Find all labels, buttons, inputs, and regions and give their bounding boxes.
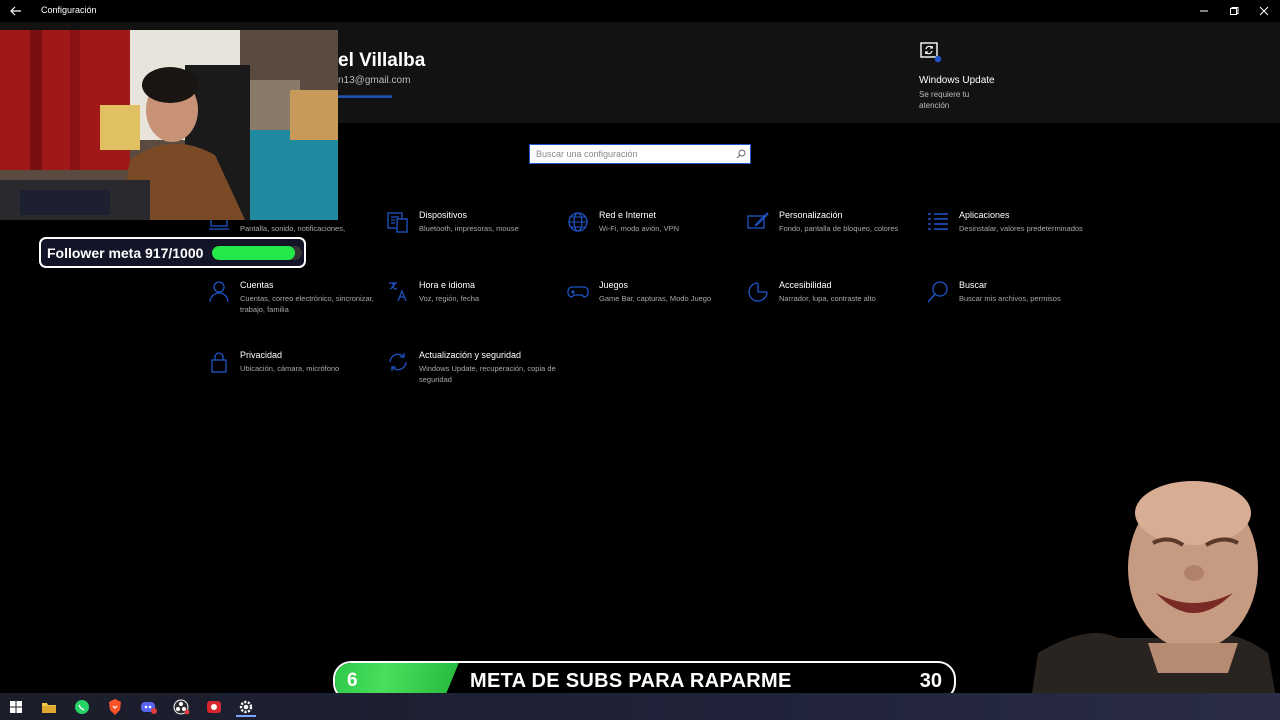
account-link[interactable]: ▬▬▬▬▬▬ — [338, 90, 392, 100]
category-buscar[interactable]: Buscar Buscar mis archivos, permisos — [926, 280, 1096, 340]
follower-progress-track — [212, 246, 302, 260]
follower-goal: Follower meta 917/1000 — [39, 237, 306, 268]
whatsapp-icon — [75, 700, 89, 714]
category-desc: Buscar mis archivos, permisos — [959, 294, 1061, 303]
category-title: Cuentas — [240, 280, 274, 290]
category-aplicaciones[interactable]: Aplicaciones Desinstalar, valores predet… — [926, 210, 1096, 270]
category-title: Buscar — [959, 280, 988, 290]
settings-icon — [239, 700, 253, 714]
meme-overlay — [1028, 473, 1280, 720]
category-desc: Pantalla, sonido, notificaciones, — [240, 224, 346, 233]
category-personalizacion[interactable]: Personalización Fondo, pantalla de bloqu… — [746, 210, 916, 270]
arrow-left-icon — [10, 6, 21, 16]
globe-icon — [568, 212, 588, 232]
minimize-button[interactable] — [1190, 2, 1218, 20]
subs-target: 30 — [919, 670, 942, 692]
taskbar — [0, 693, 1280, 720]
category-hora-idioma[interactable]: Hora e idioma Voz, región, fecha — [386, 280, 556, 340]
category-accesibilidad[interactable]: Accesibilidad Narrador, lupa, contraste … — [746, 280, 916, 340]
window-title: Configuración — [41, 5, 97, 15]
start-button[interactable] — [6, 697, 26, 717]
taskbar-recorder[interactable] — [204, 697, 224, 717]
clock-language-icon — [389, 282, 407, 302]
recorder-icon — [207, 701, 221, 713]
keyboard-icon — [387, 212, 408, 233]
search-input[interactable] — [536, 145, 732, 163]
maximize-button[interactable] — [1220, 2, 1248, 20]
sync-icon — [920, 42, 942, 63]
taskbar-whatsapp[interactable] — [72, 697, 92, 717]
taskbar-brave[interactable] — [105, 697, 125, 717]
category-privacidad[interactable]: Privacidad Ubicación, cámara, micrófono — [207, 350, 377, 410]
category-desc: Windows Update, recuperación, copia de s… — [419, 364, 556, 384]
subs-current: 6 — [347, 670, 358, 691]
title-bar: Configuración — [0, 0, 1280, 22]
taskbar-settings[interactable] — [236, 697, 256, 717]
user-email: n13@gmail.com — [338, 75, 411, 86]
close-button[interactable] — [1250, 2, 1278, 20]
gamepad-icon — [567, 286, 589, 298]
category-title: Aplicaciones — [959, 210, 1010, 220]
taskbar-discord[interactable] — [138, 697, 158, 717]
category-actualizacion-seguridad[interactable]: Actualización y seguridad Windows Update… — [386, 350, 556, 410]
taskbar-obs[interactable] — [171, 697, 191, 717]
back-button[interactable] — [6, 2, 26, 20]
search-icon[interactable] — [736, 149, 746, 159]
paintbrush-icon — [747, 212, 769, 229]
category-title: Privacidad — [240, 350, 283, 360]
webcam-feed — [0, 30, 338, 220]
search-box[interactable] — [529, 144, 751, 164]
close-icon — [1259, 6, 1269, 16]
category-title: Dispositivos — [419, 210, 468, 220]
category-dispositivos[interactable]: Dispositivos Bluetooth, impresoras, mous… — [386, 210, 556, 270]
start-icon — [10, 701, 22, 713]
follower-goal-label: Follower meta 917/1000 — [47, 245, 204, 261]
category-title: Actualización y seguridad — [419, 350, 522, 360]
category-desc: Wi-Fi, modo avión, VPN — [599, 224, 680, 233]
category-title: Juegos — [599, 280, 629, 290]
category-desc: Ubicación, cámara, micrófono — [240, 364, 340, 373]
category-cuentas[interactable]: Cuentas Cuentas, correo electrónico, sin… — [207, 280, 377, 340]
brave-icon — [109, 699, 121, 715]
category-desc: Fondo, pantalla de bloqueo, colores — [779, 224, 899, 233]
taskbar-file-explorer[interactable] — [39, 697, 59, 717]
category-desc: Cuentas, correo electrónico, sincronizar… — [240, 294, 374, 314]
category-desc: Narrador, lupa, contraste alto — [779, 294, 876, 303]
search-icon — [927, 281, 948, 303]
lock-icon — [211, 352, 227, 373]
category-title: Red e Internet — [599, 210, 657, 220]
follower-progress-fill — [212, 246, 295, 260]
subs-goal-label: META DE SUBS PARA RAPARME — [470, 670, 792, 692]
category-title: Personalización — [779, 210, 843, 220]
category-desc: Bluetooth, impresoras, mouse — [419, 224, 519, 233]
category-desc: Game Bar, capturas, Modo Juego — [599, 294, 712, 303]
list-icon — [928, 213, 948, 230]
meme-image — [1028, 481, 1280, 720]
discord-icon — [141, 702, 157, 714]
maximize-icon — [1230, 7, 1239, 15]
category-title: Hora e idioma — [419, 280, 476, 290]
category-desc: Desinstalar, valores predeterminados — [959, 224, 1083, 233]
obs-icon — [173, 699, 190, 715]
sync-icon — [389, 353, 407, 371]
user-name: el Villalba — [338, 50, 426, 71]
windows-update-subtitle: Se requiere tu atención — [919, 90, 970, 110]
category-desc: Voz, región, fecha — [419, 294, 480, 303]
category-title: Accesibilidad — [779, 280, 832, 290]
webcam-overlay — [0, 30, 338, 220]
file-explorer-icon — [42, 703, 56, 713]
category-juegos[interactable]: Juegos Game Bar, capturas, Modo Juego — [566, 280, 736, 340]
accessibility-icon — [748, 282, 768, 302]
category-red-internet[interactable]: Red e Internet Wi-Fi, modo avión, VPN — [566, 210, 736, 270]
windows-update-title: Windows Update — [919, 75, 995, 86]
person-icon — [209, 281, 229, 303]
minimize-icon — [1200, 10, 1208, 12]
